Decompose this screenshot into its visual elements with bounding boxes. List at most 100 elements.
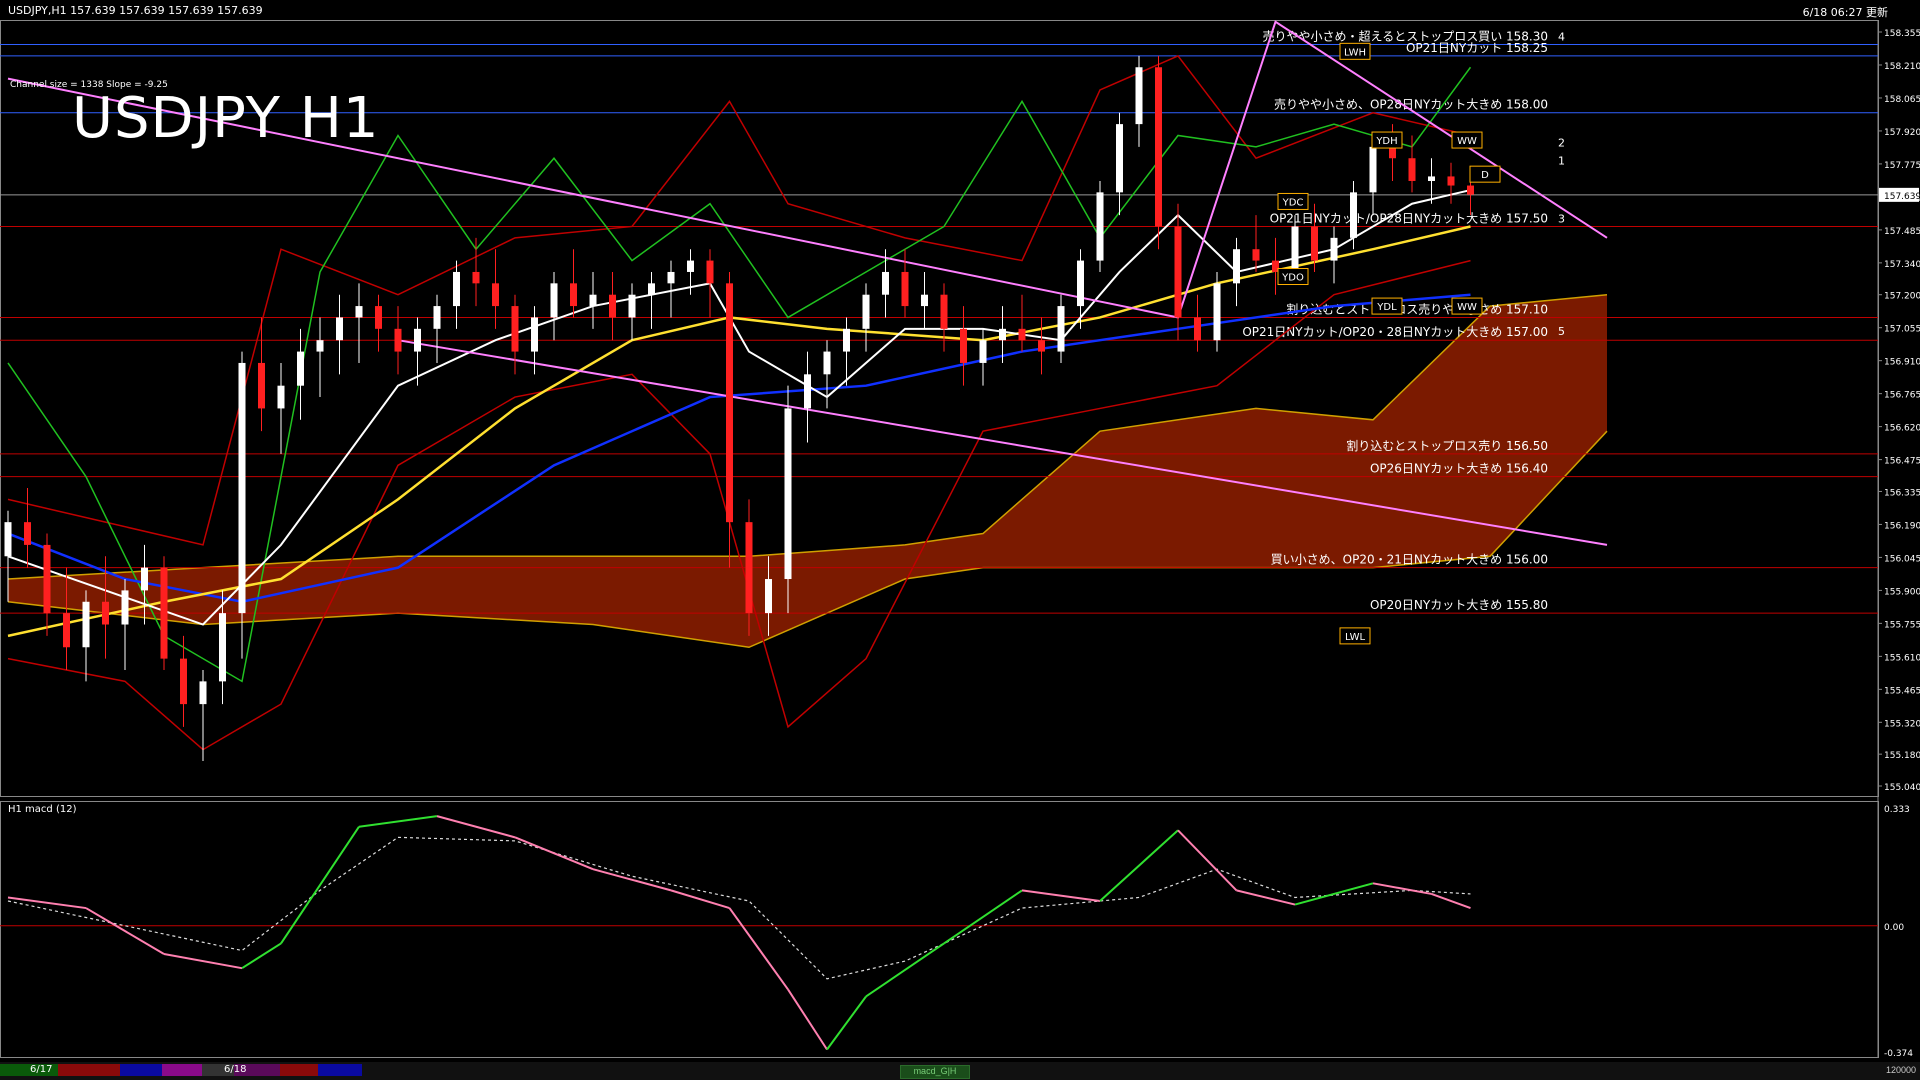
macd-main-segment — [85, 907, 165, 955]
candle-body — [1408, 158, 1416, 181]
candle-body — [589, 294, 597, 307]
price-tick-label: 158.210 — [1884, 62, 1920, 72]
price-tick-label: 155.610 — [1884, 653, 1920, 663]
candle-body — [979, 340, 987, 363]
macd-tick-label: 0.333 — [1884, 805, 1910, 815]
candle-body — [550, 283, 558, 318]
update-clock: 6/18 06:27 更新 — [1802, 6, 1888, 19]
day-seg — [280, 1064, 318, 1076]
macd-main-segment — [514, 836, 594, 871]
macd-tick-label: 0.00 — [1884, 923, 1904, 933]
level-label: OP20日NYカット大きめ 155.80 — [1370, 598, 1548, 612]
candle-body — [609, 294, 616, 318]
candle-body — [1447, 176, 1455, 186]
wave-number: 1 — [1558, 155, 1565, 168]
kumo-cloud — [905, 533, 983, 580]
level-tag-text: YDO — [1281, 273, 1304, 284]
level-label: OP21日NYカット/OP28日NYカット大きめ 157.50 — [1270, 211, 1548, 225]
candle-body — [726, 283, 733, 523]
macd-pane-label: H1 macd (12) — [8, 804, 77, 815]
chart-title: USDJPY H1 — [72, 86, 380, 151]
channel-upper — [7, 20, 1608, 319]
candle-body — [1467, 185, 1474, 195]
macd-main-segment — [241, 942, 282, 970]
candle-body — [687, 260, 694, 272]
macd-main-segment — [1177, 829, 1238, 892]
candle-body — [921, 294, 928, 307]
candle-body — [570, 283, 577, 307]
macd-main-segment — [358, 815, 438, 828]
price-tick-label: 156.910 — [1884, 358, 1920, 368]
candle-body — [375, 306, 382, 329]
price-tick-label: 157.055 — [1884, 325, 1920, 335]
candle-body — [82, 601, 90, 648]
price-tick-label: 158.355 — [1884, 29, 1920, 39]
candle-body — [1155, 67, 1162, 227]
candle-body — [258, 362, 265, 409]
candle-body — [238, 362, 246, 614]
candle-body — [940, 294, 948, 329]
date-label: 6/18 — [224, 1064, 247, 1075]
macd-main-segment — [787, 988, 828, 1051]
candle-body — [63, 613, 70, 648]
candle-body — [999, 328, 1006, 341]
candle-body — [1428, 176, 1435, 181]
level-tag-text: D — [1481, 170, 1489, 181]
candle-body — [1369, 146, 1377, 193]
candle-body — [141, 567, 148, 591]
candle-body — [316, 340, 324, 352]
candle-body — [297, 351, 304, 386]
level-tag-text: WW — [1457, 302, 1477, 313]
candle-body — [901, 271, 909, 307]
candle-body — [1135, 67, 1143, 125]
macd-signal — [7, 836, 1471, 980]
current-price-label: 157.639 — [1884, 192, 1920, 202]
level-tag-text: YDC — [1282, 197, 1304, 208]
macd-pane-frame — [0, 801, 1879, 1058]
level-tag-text: WW — [1457, 136, 1477, 147]
price-tick-label: 157.200 — [1884, 292, 1920, 302]
macd-main-segment — [826, 995, 867, 1051]
chart-canvas: 売りやや小さめ・超えるとストップロス買い 158.30 4OP21日NYカット 1… — [0, 20, 1920, 1059]
level-label: 割り込むとストップロス売り 156.50 — [1346, 438, 1548, 453]
macd-main-segment — [943, 889, 1023, 945]
price-tick-label: 157.920 — [1884, 128, 1920, 138]
kumo-cloud — [749, 544, 905, 648]
time-scrollbar[interactable]: 6/17 6/18 macd_G|H 120000 — [0, 1062, 1920, 1080]
candle-body — [394, 328, 402, 352]
level-tag-text: YDH — [1375, 136, 1397, 147]
price-tick-label: 157.775 — [1884, 161, 1920, 171]
candle-body — [1252, 249, 1260, 261]
candle-body — [1291, 226, 1299, 272]
kumo-cloud — [593, 556, 749, 648]
candle-body — [4, 522, 12, 557]
candle-body — [1233, 249, 1240, 284]
price-tick-label: 156.765 — [1884, 391, 1920, 401]
candle-body — [667, 271, 675, 284]
macd-main-segment — [1236, 889, 1296, 906]
candle-body — [199, 681, 207, 705]
kumo-cloud — [983, 431, 1100, 568]
kumo-cloud — [1100, 408, 1256, 568]
price-tick-label: 158.065 — [1884, 95, 1920, 105]
macd-tab[interactable]: macd_G|H — [900, 1065, 970, 1079]
level-label: 買い小さめ、OP20・21日NYカット大きめ 156.00 — [1271, 553, 1548, 567]
price-tick-label: 155.900 — [1884, 587, 1920, 597]
candle-body — [1311, 226, 1318, 261]
macd-main-segment — [163, 953, 243, 970]
candle-body — [882, 271, 889, 295]
macd-main-segment — [1021, 889, 1101, 902]
candle-body — [355, 306, 363, 318]
wave-number: 2 — [1558, 136, 1565, 149]
bottom-readout: 120000 — [1885, 1065, 1916, 1075]
candle-body — [531, 317, 538, 352]
price-tick-label: 157.485 — [1884, 227, 1920, 237]
candle-body — [43, 544, 51, 614]
price-tick-label: 155.180 — [1884, 751, 1920, 761]
macd-main-segment — [436, 815, 516, 839]
level-tag-text: YDL — [1376, 302, 1397, 313]
candle-body — [414, 328, 421, 352]
candle-body — [960, 328, 967, 363]
candle-body — [1038, 340, 1045, 352]
candle-body — [862, 294, 870, 329]
